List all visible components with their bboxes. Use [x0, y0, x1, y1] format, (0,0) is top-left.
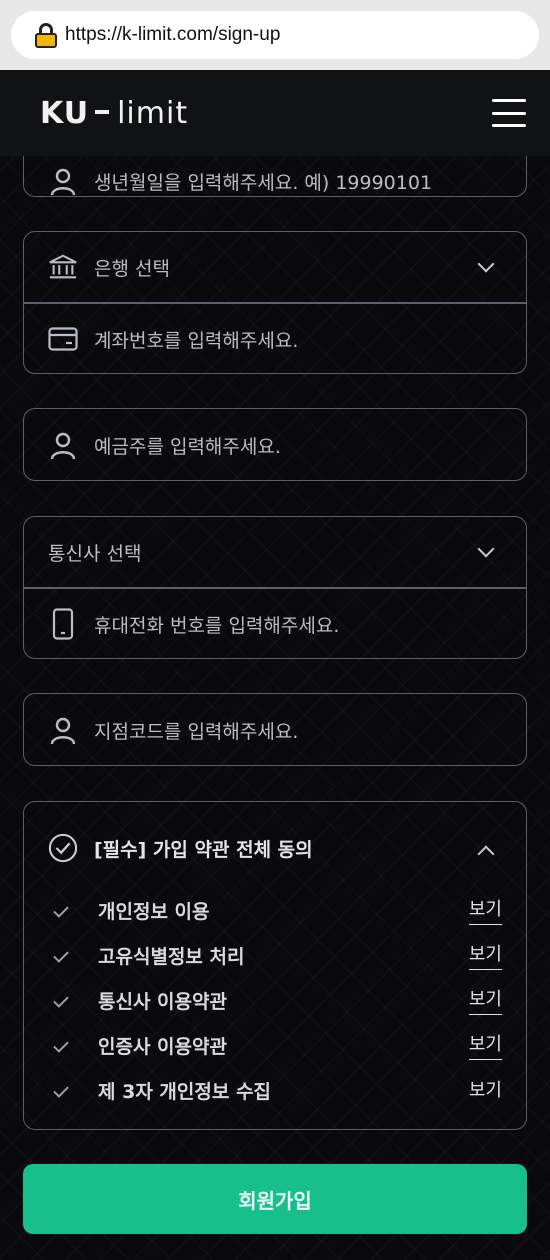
- holder-input[interactable]: 예금주를 입력해주세요.: [94, 432, 281, 459]
- chevron-up-icon[interactable]: [477, 845, 495, 863]
- check-icon[interactable]: [53, 992, 69, 1008]
- phone-field[interactable]: 휴대전화 번호를 입력해주세요.: [24, 588, 526, 660]
- signup-button[interactable]: 회원가입: [23, 1164, 527, 1234]
- phone-input[interactable]: 휴대전화 번호를 입력해주세요.: [94, 611, 339, 638]
- menu-icon[interactable]: [492, 99, 526, 127]
- birth-input[interactable]: 생년월일을 입력해주세요. 예) 19990101: [94, 168, 432, 195]
- term-item: 고유식별정보 처리 보기: [24, 939, 526, 971]
- view-link[interactable]: 보기: [468, 985, 502, 1015]
- bank-group: 은행 선택 계좌번호를 입력해주세요.: [23, 231, 527, 374]
- term-item: 인증사 이용약관 보기: [24, 1029, 526, 1061]
- branch-field[interactable]: 지점코드를 입력해주세요.: [23, 693, 527, 766]
- chevron-down-icon: [477, 540, 495, 558]
- person-icon: [48, 167, 78, 197]
- term-item: 개인정보 이용 보기: [24, 894, 526, 926]
- check-icon[interactable]: [53, 1037, 69, 1053]
- phone-icon: [48, 608, 78, 640]
- terms-all-toggle[interactable]: [필수] 가입 약관 전체 동의: [24, 822, 526, 874]
- site-header: KU limit: [0, 70, 550, 156]
- signup-form: 생년월일을 입력해주세요. 예) 19990101 은행 선택 계좌번호를 입력…: [0, 0, 550, 1260]
- terms-box: [필수] 가입 약관 전체 동의 개인정보 이용 보기 고유식별정보 처리 보기…: [23, 801, 527, 1130]
- card-icon: [48, 324, 78, 354]
- carrier-select-label: 통신사 선택: [48, 542, 142, 565]
- view-link[interactable]: 보기: [468, 1030, 502, 1060]
- phone-group: 통신사 선택 휴대전화 번호를 입력해주세요.: [23, 516, 527, 659]
- logo[interactable]: KU limit: [40, 96, 188, 131]
- view-link[interactable]: 보기: [469, 1076, 502, 1105]
- bank-select-label: 은행 선택: [94, 257, 170, 280]
- account-field[interactable]: 계좌번호를 입력해주세요.: [24, 303, 526, 375]
- branch-input[interactable]: 지점코드를 입력해주세요.: [94, 717, 298, 744]
- terms-all-label: [필수] 가입 약관 전체 동의: [94, 838, 313, 861]
- check-icon[interactable]: [53, 902, 69, 918]
- view-link[interactable]: 보기: [468, 895, 502, 925]
- view-link[interactable]: 보기: [468, 940, 502, 970]
- holder-field[interactable]: 예금주를 입력해주세요.: [23, 408, 527, 481]
- person-icon: [48, 716, 78, 746]
- bank-select[interactable]: 은행 선택: [24, 232, 526, 302]
- term-item: 통신사 이용약관 보기: [24, 984, 526, 1016]
- check-circle-icon: [48, 833, 78, 863]
- term-item: 제 3자 개인정보 수집 보기: [24, 1074, 526, 1106]
- carrier-select[interactable]: 통신사 선택: [24, 517, 526, 587]
- bank-icon: [48, 252, 78, 282]
- chevron-down-icon: [477, 255, 495, 273]
- check-icon[interactable]: [53, 1082, 69, 1098]
- check-icon[interactable]: [53, 947, 69, 963]
- person-icon: [48, 431, 78, 461]
- account-input[interactable]: 계좌번호를 입력해주세요.: [94, 326, 298, 353]
